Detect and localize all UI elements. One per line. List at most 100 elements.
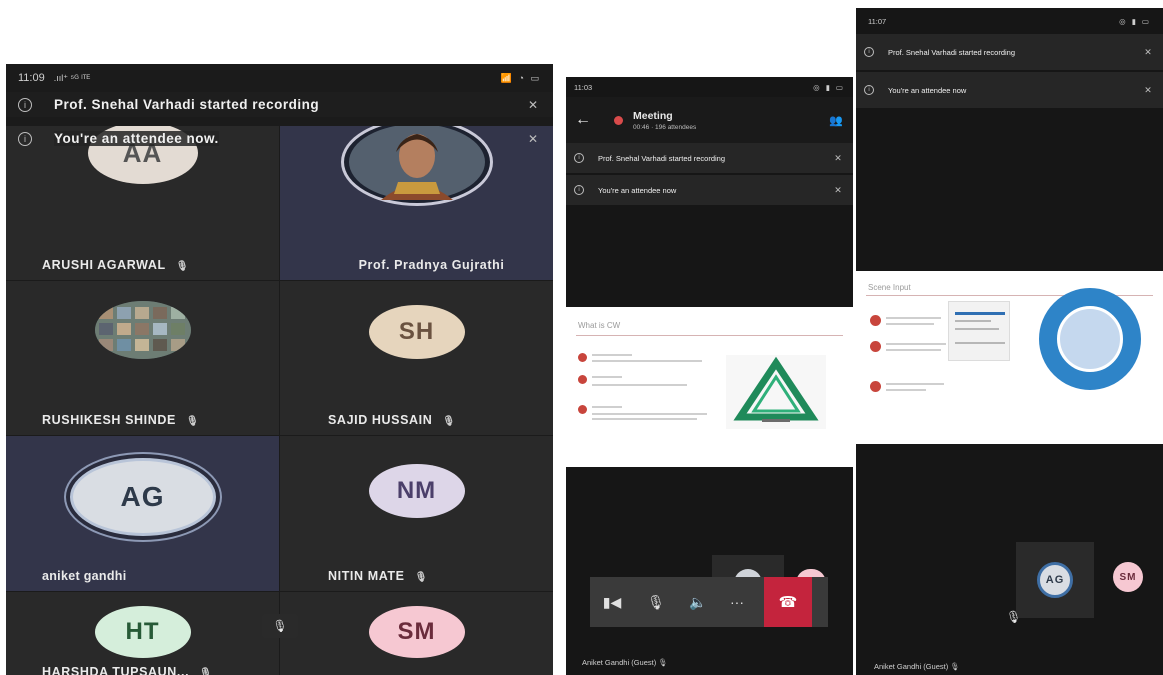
- avatar: HT: [94, 606, 191, 658]
- close-icon[interactable]: ✕: [1141, 47, 1155, 58]
- teams-phone-screen-presentation: 11:07 ◎ ▮ ▭ i Prof. Snehal Varhadi start…: [856, 8, 1163, 675]
- slide-text-line: [592, 354, 632, 356]
- participant-name: RUSHIKESH SHINDE 🎙: [42, 413, 200, 427]
- slide-text-line: [886, 323, 934, 325]
- info-icon: i: [574, 153, 584, 163]
- slide-logo: [726, 355, 826, 429]
- slide-divider: [576, 335, 843, 336]
- status-right-icons: ◎ ▮ ▭: [813, 82, 845, 92]
- status-right-icons: ◎ ▮ ▭: [1119, 16, 1151, 26]
- mic-muted-icon: 🎙: [175, 261, 189, 272]
- info-icon: i: [864, 47, 874, 57]
- teams-phone-screen-grid: 11:09 .ııl⁺ ⁵ᴳ ˡᵀᴱ 📶 ◔ ▭ AA ARUSHI AGARW…: [6, 64, 553, 675]
- close-icon[interactable]: ✕: [831, 153, 845, 164]
- speaker-button[interactable]: 🔈: [678, 577, 718, 627]
- participant-tile-nitin[interactable]: NM NITIN MATE 🎙: [280, 436, 553, 591]
- close-icon[interactable]: ✕: [1141, 85, 1155, 96]
- slide-text-line: [592, 360, 702, 362]
- banner-text: You're an attendee now: [598, 185, 677, 195]
- more-options-button[interactable]: ···: [718, 577, 756, 627]
- avatar: AG: [1037, 562, 1073, 598]
- meeting-title: Meeting: [633, 109, 673, 122]
- triangle-logo-icon: [733, 356, 819, 422]
- status-bar: 11:07 ◎ ▮ ▭: [856, 8, 1163, 34]
- self-name-label: Aniket Gandhi (Guest) 🎙: [874, 662, 960, 671]
- status-bar: 11:03 ◎ ▮ ▭: [566, 77, 853, 97]
- meeting-header: ← Meeting 00:46 · 196 attendees 👥: [566, 97, 853, 143]
- slide-screenshot-line: [955, 328, 999, 330]
- slide-bullet: [870, 381, 881, 392]
- mic-muted-icon: 🎙: [199, 668, 213, 675]
- status-right-icons: 📶 ◔ ▭: [500, 72, 541, 83]
- shared-slide: What is CW: [566, 307, 853, 467]
- participant-tile-rushikesh[interactable]: RUSHIKESH SHINDE 🎙: [6, 281, 279, 435]
- self-name-label: Aniket Gandhi (Guest) 🎙: [582, 658, 668, 667]
- participant-tile-aniket[interactable]: AG aniket gandhi: [6, 436, 279, 591]
- status-time: 11:07: [868, 16, 887, 26]
- participant-name: HARSHDA TUPSAUN... 🎙: [42, 665, 212, 675]
- slide-text-line: [886, 383, 944, 385]
- attendee-banner: i You're an attendee now. ✕: [6, 126, 553, 151]
- slide-text-line: [886, 349, 941, 351]
- mute-button[interactable]: 🎙: [634, 577, 678, 627]
- banner-text: You're an attendee now: [888, 85, 967, 95]
- video-off-button[interactable]: ▮◀: [590, 577, 634, 627]
- status-signal: .ııl⁺ ⁵ᴳ ˡᵀᴱ: [53, 73, 91, 83]
- hang-up-button[interactable]: ☎: [764, 577, 812, 627]
- recording-banner: i Prof. Snehal Varhadi started recording…: [856, 34, 1163, 70]
- unmute-button[interactable]: 🎙: [262, 614, 298, 638]
- participant-name: NITIN MATE 🎙: [328, 569, 428, 583]
- slide-bullet: [578, 405, 587, 414]
- attendee-banner: i You're an attendee now ✕: [566, 175, 853, 205]
- slide-text-line: [592, 376, 622, 378]
- slide-text-line: [592, 406, 622, 408]
- participants-icon[interactable]: 👥: [819, 114, 853, 127]
- participant-name: Prof. Pradnya Gujrathi: [358, 258, 505, 272]
- participant-name: aniket gandhi: [42, 569, 127, 583]
- close-icon[interactable]: ✕: [831, 185, 845, 196]
- call-controls: ▮◀ 🎙 🔈 ··· ☎: [590, 577, 828, 627]
- avatar: SM: [1113, 562, 1143, 592]
- slide-title: What is CW: [578, 321, 621, 330]
- participant-tile-harshda[interactable]: HT HARSHDA TUPSAUN... 🎙: [6, 592, 279, 675]
- teams-phone-screen-meeting: 11:03 ◎ ▮ ▭ ← Meeting 00:46 · 196 attend…: [566, 77, 853, 675]
- slide-screenshot-bar: [955, 312, 1005, 315]
- slide-bullet: [578, 375, 587, 384]
- close-icon[interactable]: ✕: [525, 98, 541, 112]
- info-icon: i: [18, 97, 32, 112]
- status-time: 11:03: [574, 82, 593, 92]
- slide-text-line: [886, 317, 941, 319]
- recording-banner: i Prof. Snehal Varhadi started recording…: [566, 143, 853, 173]
- info-icon: i: [18, 131, 32, 146]
- group-photo-icon: [94, 301, 191, 359]
- self-video-tile[interactable]: AG: [1016, 542, 1094, 618]
- recording-dot-icon: [614, 115, 623, 125]
- avatar: SM: [368, 606, 465, 658]
- shared-slide: Scene Input: [856, 271, 1163, 444]
- back-arrow-icon[interactable]: ←: [566, 111, 600, 129]
- slide-bullet: [578, 353, 587, 362]
- avatar: NM: [368, 464, 465, 518]
- close-icon[interactable]: ✕: [525, 132, 541, 146]
- donut-graphic-icon: [1039, 288, 1141, 390]
- participant-name: ARUSHI AGARWAL 🎙: [42, 258, 189, 272]
- mic-icon[interactable]: 🎙: [1006, 610, 1021, 624]
- participant-tile-sajid[interactable]: SH SAJID HUSSAIN 🎙: [280, 281, 553, 435]
- participant-tile-sm[interactable]: SM: [280, 592, 553, 675]
- slide-text-line: [592, 413, 707, 415]
- mic-icon: 🎙: [272, 619, 288, 633]
- slide-screenshot-line: [955, 342, 1005, 344]
- slide-text-line: [886, 389, 926, 391]
- avatar: AG: [69, 458, 216, 536]
- slide-text-line: [592, 384, 687, 386]
- slide-text-line: [886, 343, 946, 345]
- banner-text: You're an attendee now.: [54, 131, 219, 146]
- info-icon: i: [574, 185, 584, 195]
- mic-muted-icon: 🎙: [414, 572, 428, 583]
- slide-screenshot: [948, 301, 1010, 361]
- slide-title: Scene Input: [868, 283, 911, 292]
- attendee-banner: i You're an attendee now ✕: [856, 72, 1163, 108]
- status-left: 11:09 .ııl⁺ ⁵ᴳ ˡᵀᴱ: [18, 72, 90, 84]
- mic-muted-icon: 🎙: [442, 416, 456, 427]
- avatar: SH: [368, 305, 465, 359]
